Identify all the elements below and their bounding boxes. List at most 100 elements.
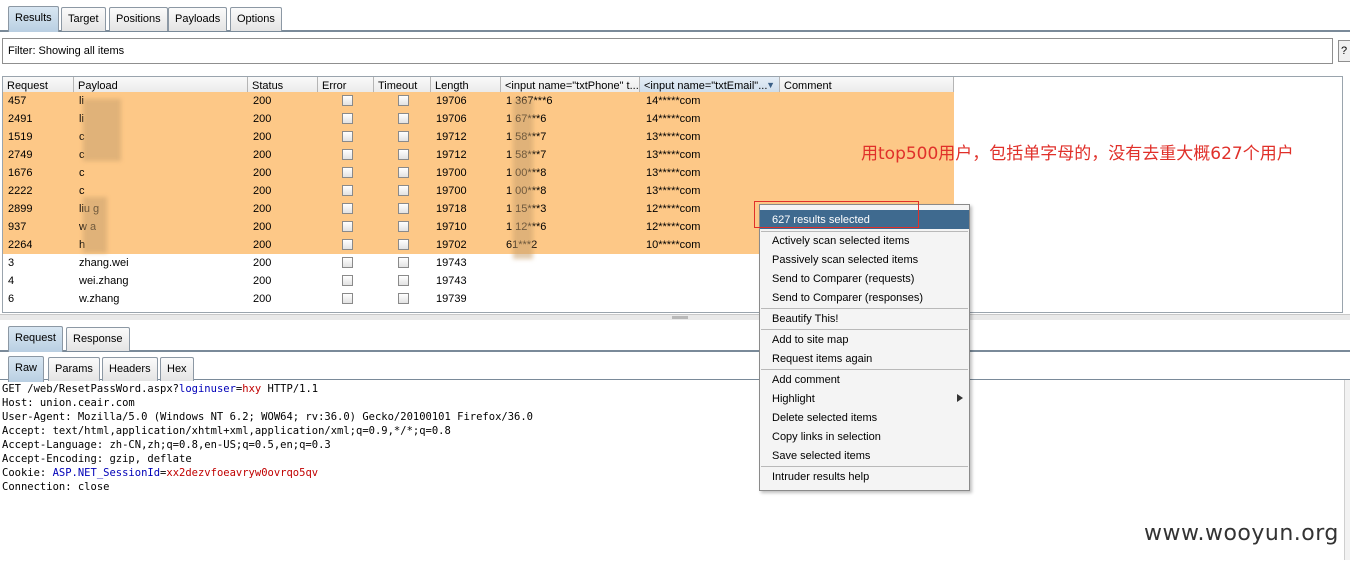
table-row[interactable]: 2749c200197121 58***713*****com [3, 146, 954, 164]
cell-request: 6 [8, 293, 15, 305]
header-accept-language: Accept-Language: zh-CN,zh;q=0.8,en-US;q=… [2, 439, 331, 451]
cell-request: 1519 [8, 131, 33, 143]
timeout-checkbox [398, 293, 409, 304]
timeout-checkbox [398, 275, 409, 286]
cell-length: 19700 [436, 185, 467, 197]
cell-length: 19743 [436, 275, 467, 287]
cell-status: 200 [253, 149, 272, 161]
menu-item-beautify[interactable]: Beautify This! [760, 309, 969, 328]
timeout-checkbox [398, 239, 409, 250]
submenu-arrow-icon [957, 394, 963, 402]
cell-length: 19712 [436, 149, 467, 161]
cell-length: 19712 [436, 131, 467, 143]
redaction-blur [83, 197, 107, 253]
error-checkbox [342, 257, 353, 268]
menu-item-help[interactable]: Intruder results help [760, 467, 969, 486]
tab-options[interactable]: Options [230, 7, 282, 31]
tab-positions[interactable]: Positions [109, 7, 168, 31]
tab-results[interactable]: Results [8, 6, 59, 32]
error-checkbox [342, 95, 353, 106]
cell-status: 200 [253, 239, 272, 251]
header-user-agent: User-Agent: Mozilla/5.0 (Windows NT 6.2;… [2, 411, 534, 423]
cell-request: 1676 [8, 167, 33, 179]
tab-response[interactable]: Response [66, 327, 130, 351]
cell-request: 937 [8, 221, 27, 233]
request-line: GET /web/ResetPassWord.aspx?loginuser=hx… [2, 383, 319, 395]
watermark: www.wooyun.org [1144, 521, 1339, 546]
cell-status: 200 [253, 131, 272, 143]
table-row[interactable]: 2491li200197061 67***614*****com [3, 110, 954, 128]
results-table[interactable]: Request Payload Status Error Timeout Len… [2, 76, 1343, 313]
timeout-checkbox [398, 167, 409, 178]
sort-desc-icon: ▼ [766, 80, 775, 90]
annotation-text: 用top500用户，包括单字母的，没有去重大概627个用户 [861, 144, 1294, 164]
tab-hex[interactable]: Hex [160, 357, 194, 381]
tab-payloads[interactable]: Payloads [168, 7, 228, 31]
timeout-checkbox [398, 131, 409, 142]
menu-item-request-again[interactable]: Request items again [760, 349, 969, 368]
tab-headers[interactable]: Headers [102, 357, 158, 381]
cell-request: 4 [8, 275, 15, 287]
menu-item-add-comment[interactable]: Add comment [760, 370, 969, 389]
error-checkbox [342, 293, 353, 304]
header-connection: Connection: close [2, 481, 110, 493]
col-txtemail-label: <input name="txtEmail"... [644, 80, 768, 92]
tab-target[interactable]: Target [61, 7, 106, 31]
timeout-checkbox [398, 257, 409, 268]
menu-item-save-selected[interactable]: Save selected items [760, 446, 969, 465]
cell-email: 12*****com [646, 221, 701, 233]
cell-request: 2899 [8, 203, 33, 215]
menu-item-send-comparer-requests[interactable]: Send to Comparer (requests) [760, 269, 969, 288]
filter-bar[interactable]: Filter: Showing all items [2, 38, 1333, 64]
menu-item-delete-selected[interactable]: Delete selected items [760, 408, 969, 427]
cell-status: 200 [253, 95, 272, 107]
menu-item-passively-scan[interactable]: Passively scan selected items [760, 250, 969, 269]
error-checkbox [342, 275, 353, 286]
cell-email: 13*****com [646, 131, 701, 143]
splitter-handle[interactable] [672, 316, 688, 319]
cell-status: 200 [253, 257, 272, 269]
cell-length: 19739 [436, 293, 467, 305]
table-row[interactable]: 457 li 200 19706 1 367***6 14*****com [3, 92, 954, 110]
vertical-scrollbar[interactable] [1344, 380, 1350, 560]
cell-length: 19706 [436, 113, 467, 125]
error-checkbox [342, 131, 353, 142]
timeout-checkbox [398, 149, 409, 160]
timeout-checkbox [398, 221, 409, 232]
cell-length: 19700 [436, 167, 467, 179]
cell-email: 14*****com [646, 113, 701, 125]
error-checkbox [342, 185, 353, 196]
cell-status: 200 [253, 203, 272, 215]
cell-email: 14*****com [646, 95, 701, 107]
menu-item-highlight[interactable]: Highlight [760, 389, 969, 408]
cell-length: 19710 [436, 221, 467, 233]
timeout-checkbox [398, 203, 409, 214]
cell-email: 10*****com [646, 239, 701, 251]
cell-length: 19718 [436, 203, 467, 215]
table-row[interactable]: 1676c200197001 00***813*****com [3, 164, 954, 182]
header-cookie: Cookie: ASP.NET_SessionId=xx2dezvfoeavry… [2, 467, 319, 479]
menu-item-send-comparer-responses[interactable]: Send to Comparer (responses) [760, 288, 969, 307]
context-menu: 627 results selected Actively scan selec… [759, 204, 970, 491]
cell-request: 2264 [8, 239, 33, 251]
table-row[interactable]: 2222c200197001 00***813*****com [3, 182, 954, 200]
tab-raw[interactable]: Raw [8, 356, 45, 382]
menu-item-copy-links[interactable]: Copy links in selection [760, 427, 969, 446]
cell-request: 3 [8, 257, 15, 269]
message-tab-bar: Request Response [0, 324, 1350, 352]
cell-email: 13*****com [646, 167, 701, 179]
header-host: Host: union.ceair.com [2, 397, 135, 409]
top-tab-bar: Results Target Positions Payloads Option… [0, 4, 1350, 32]
pane-splitter[interactable] [0, 314, 1350, 320]
menu-item-actively-scan[interactable]: Actively scan selected items [760, 231, 969, 250]
table-row[interactable]: 1519c200197121 58***713*****com [3, 128, 954, 146]
cell-payload: wei.zhang [79, 275, 129, 287]
tab-request[interactable]: Request [8, 326, 63, 352]
cell-request: 2222 [8, 185, 33, 197]
filter-help-button[interactable]: ? [1338, 40, 1350, 62]
annotation-highlight-box [754, 201, 919, 228]
timeout-checkbox [398, 113, 409, 124]
cell-payload: zhang.wei [79, 257, 129, 269]
menu-item-add-to-site-map[interactable]: Add to site map [760, 330, 969, 349]
tab-params[interactable]: Params [48, 357, 100, 381]
